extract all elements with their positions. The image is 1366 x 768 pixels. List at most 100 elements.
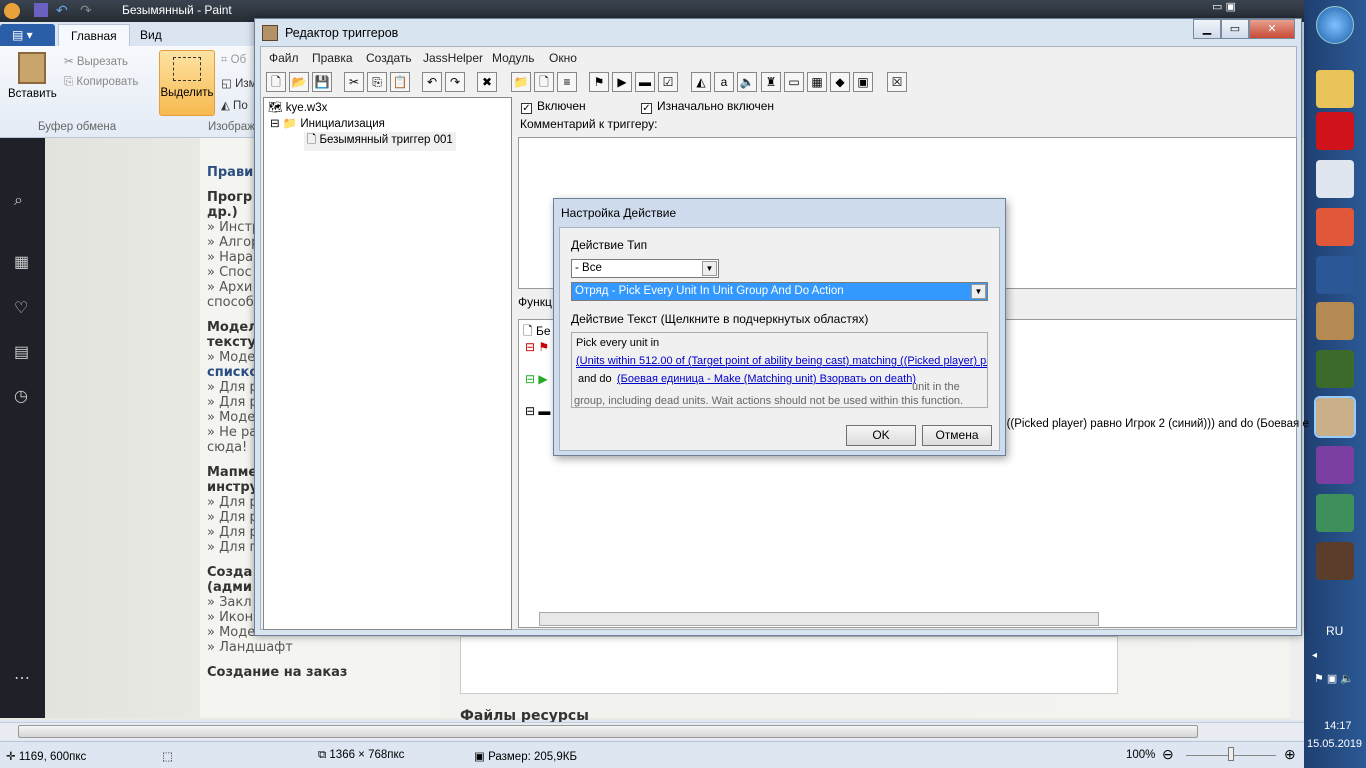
paint-app-icon[interactable] bbox=[4, 3, 20, 19]
menu-5[interactable]: Окно bbox=[549, 51, 577, 65]
start-button[interactable] bbox=[1316, 6, 1354, 44]
warcraft-icon[interactable] bbox=[1316, 542, 1354, 580]
module-icon[interactable]: ▣ bbox=[853, 72, 873, 92]
trigger-editor-icon[interactable] bbox=[1314, 396, 1356, 438]
clock-date[interactable]: 15.05.2019 bbox=[1307, 738, 1362, 750]
word-icon[interactable] bbox=[1316, 256, 1354, 294]
cut-button[interactable]: ✂ Вырезать bbox=[64, 54, 128, 68]
menu-1[interactable]: Правка bbox=[312, 51, 353, 65]
initially-on-checkbox[interactable]: ✓ Изначально включен bbox=[641, 99, 774, 114]
orc-icon[interactable] bbox=[1316, 350, 1354, 388]
new-event-icon[interactable]: ⚑ bbox=[589, 72, 609, 92]
new-icon[interactable]: 🗋 bbox=[266, 72, 286, 92]
paste-button[interactable]: Вставить bbox=[8, 88, 57, 100]
paint-window-controls[interactable]: ▭ ▣ bbox=[1212, 0, 1236, 13]
conditions-node[interactable]: ⊟ ▶ bbox=[525, 372, 548, 386]
language-indicator[interactable]: RU bbox=[1326, 624, 1343, 638]
save-icon[interactable]: 💾 bbox=[312, 72, 332, 92]
unit-group-link[interactable]: (Units within 512.00 of (Target point of… bbox=[576, 355, 987, 368]
tray-expand-icon[interactable]: ◂ bbox=[1312, 650, 1317, 661]
opera-icon[interactable] bbox=[1316, 112, 1354, 150]
rotate-button[interactable]: ◭ По bbox=[221, 98, 248, 112]
tree-item-map[interactable]: 🗺 kye.w3x bbox=[268, 100, 327, 114]
action-type-select[interactable]: - Все ▼ bbox=[571, 259, 719, 278]
actions-node[interactable]: ⊟ ▬ bbox=[525, 404, 550, 418]
new-condition-icon[interactable]: ▶ bbox=[612, 72, 632, 92]
menu-3[interactable]: JassHelper bbox=[423, 51, 483, 65]
menu-4[interactable]: Модуль bbox=[492, 51, 535, 65]
scrollbar-thumb[interactable] bbox=[18, 725, 1198, 738]
new-comment-icon[interactable]: ≡ bbox=[557, 72, 577, 92]
action-link[interactable]: (Боевая единица - Make (Matching unit) В… bbox=[617, 373, 916, 385]
heart-icon[interactable]: ♡ bbox=[14, 298, 28, 318]
crop-button[interactable]: ⌗ Об bbox=[221, 54, 246, 67]
wordpad-icon[interactable] bbox=[1316, 160, 1354, 198]
more-icon[interactable]: ⋯ bbox=[14, 668, 30, 688]
select-button[interactable]: Выделить bbox=[159, 50, 215, 116]
menu-2[interactable]: Создать bbox=[366, 51, 412, 65]
maximize-button[interactable]: ▭ bbox=[1221, 19, 1249, 39]
open-icon[interactable]: 📂 bbox=[289, 72, 309, 92]
tree-item-category[interactable]: ⊟ 📁 Инициализация bbox=[270, 116, 385, 130]
zoom-out-button[interactable]: ⊖ bbox=[1162, 746, 1174, 763]
font-icon[interactable]: a bbox=[714, 72, 734, 92]
minimize-button[interactable]: ▁ bbox=[1193, 19, 1221, 39]
search-icon[interactable]: ⌕ bbox=[14, 192, 23, 210]
paste-icon[interactable]: 📋 bbox=[390, 72, 410, 92]
new-trigger-icon[interactable]: 🗋 bbox=[534, 72, 554, 92]
cancel-button[interactable]: Отмена bbox=[922, 425, 992, 446]
news-icon[interactable]: ▤ bbox=[14, 342, 29, 362]
action-select[interactable]: Отряд - Pick Every Unit In Unit Group An… bbox=[571, 282, 988, 301]
image-group-label: Изображ bbox=[208, 121, 255, 133]
resize-button[interactable]: ◱ Изм bbox=[221, 76, 257, 90]
cut-icon[interactable]: ✂ bbox=[344, 72, 364, 92]
import-icon[interactable]: ◆ bbox=[830, 72, 850, 92]
enabled-checkbox[interactable]: ✓ Включен bbox=[521, 99, 586, 114]
paint-menu-button[interactable]: ▤ ▾ bbox=[0, 24, 55, 46]
zoom-slider-thumb[interactable] bbox=[1228, 747, 1234, 761]
copy-icon[interactable]: ⎘ bbox=[367, 72, 387, 92]
functions-hscrollbar[interactable] bbox=[539, 612, 1099, 626]
clock-time[interactable]: 14:17 bbox=[1324, 720, 1352, 732]
new-category-icon[interactable]: 📁 bbox=[511, 72, 531, 92]
action-text-label: Действие Текст (Щелкните в подчеркнутых … bbox=[571, 312, 869, 326]
undo-icon[interactable]: ↶ bbox=[422, 72, 442, 92]
redo-icon[interactable]: ↷ bbox=[80, 2, 92, 19]
test-icon[interactable]: ☑ bbox=[658, 72, 678, 92]
folder-icon[interactable] bbox=[1316, 70, 1354, 108]
ai-icon[interactable]: ▦ bbox=[807, 72, 827, 92]
delete-icon[interactable]: ✖ bbox=[477, 72, 497, 92]
description-tail: unit in the bbox=[912, 381, 960, 393]
tree-item-trigger[interactable]: 🗋 Безымянный триггер 001 bbox=[304, 132, 456, 151]
apps-icon[interactable]: ▦ bbox=[14, 252, 29, 272]
tab-view[interactable]: Вид bbox=[128, 24, 174, 46]
selection-icon: ⬚ bbox=[162, 751, 173, 763]
trigger-editor-icon bbox=[262, 25, 278, 41]
trigger-tree[interactable]: 🗺 kye.w3x ⊟ 📁 Инициализация 🗋 Безымянный… bbox=[263, 97, 512, 630]
webpage-textarea[interactable] bbox=[460, 636, 1118, 694]
terrain-icon[interactable]: ◭ bbox=[691, 72, 711, 92]
redo-icon[interactable]: ↷ bbox=[445, 72, 465, 92]
zoom-in-button[interactable]: ⊕ bbox=[1284, 746, 1296, 763]
tray-icons[interactable]: ⚑ ▣ 🔈 bbox=[1314, 672, 1354, 685]
close-module-icon[interactable]: ☒ bbox=[887, 72, 907, 92]
action-line[interactable]: g ((Picked player) равно Игрок 2 (синий)… bbox=[997, 418, 1309, 430]
undead-icon[interactable] bbox=[1316, 446, 1354, 484]
new-action-icon[interactable]: ▬ bbox=[635, 72, 655, 92]
undo-icon[interactable]: ↶ bbox=[56, 2, 68, 19]
office-icon[interactable] bbox=[1316, 208, 1354, 246]
copy-button[interactable]: ⎘ Копировать bbox=[64, 76, 138, 89]
save-icon[interactable] bbox=[34, 3, 48, 17]
ok-button[interactable]: OK bbox=[846, 425, 916, 446]
publisher-icon[interactable] bbox=[1316, 494, 1354, 532]
scroll-icon[interactable] bbox=[1316, 302, 1354, 340]
close-button[interactable]: ✕ bbox=[1249, 19, 1295, 39]
object-icon[interactable]: ♜ bbox=[761, 72, 781, 92]
tab-home[interactable]: Главная bbox=[58, 24, 130, 46]
sound-icon[interactable]: 🔈 bbox=[737, 72, 757, 92]
webpage-line[interactable]: » Ландшафт bbox=[207, 640, 433, 655]
events-node[interactable]: ⊟ ⚑ bbox=[525, 340, 549, 354]
menu-0[interactable]: Файл bbox=[269, 51, 299, 65]
clock-icon[interactable]: ◷ bbox=[14, 386, 28, 406]
camera-icon[interactable]: ▭ bbox=[784, 72, 804, 92]
